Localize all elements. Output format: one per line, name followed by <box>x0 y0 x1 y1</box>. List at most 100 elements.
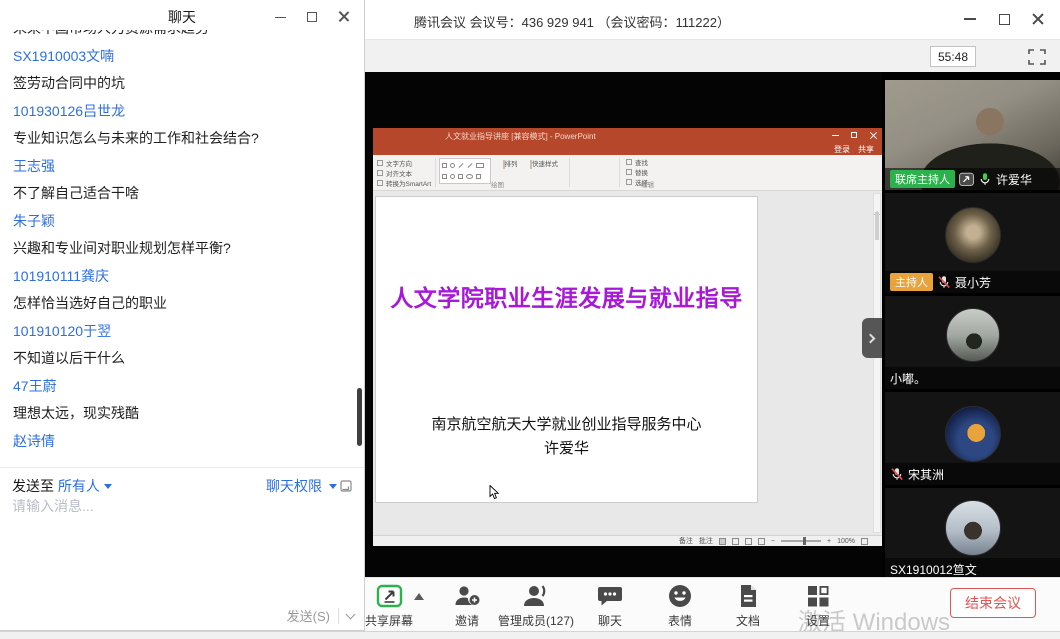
end-meeting-button[interactable]: 结束会议 <box>950 588 1036 618</box>
ppt-scrollbar[interactable] <box>873 193 881 533</box>
notes-button[interactable]: 备注 <box>679 536 693 546</box>
scrollbar-thumb[interactable] <box>875 212 879 240</box>
minimize-button[interactable] <box>960 9 980 29</box>
toolbar-item-label: 表情 <box>667 612 693 629</box>
slide: 人文学院职业生涯发展与就业指导 南京航空航天大学就业创业指导服务中心 许爱华 <box>375 196 758 503</box>
ppt-signin-button[interactable]: 登录 <box>834 144 850 155</box>
ribbon-item-icon <box>377 160 383 166</box>
toolbar-invite-button[interactable]: 邀请 <box>452 583 482 629</box>
chat-sender-name[interactable]: 47王蔚 <box>13 378 343 395</box>
replace-button[interactable]: 替换 <box>626 167 648 177</box>
participant-tile[interactable]: 小嘟。 <box>885 296 1060 389</box>
chevron-down-icon <box>329 484 337 489</box>
chat-sender-name[interactable]: 101910111龚庆 <box>13 268 343 285</box>
chat-message-list[interactable]: 未来中国市场人力资源需求趋势 SX1910003文喃 签劳动合同中的坑 1019… <box>13 26 343 455</box>
close-button[interactable] <box>1028 9 1048 29</box>
powerpoint-title: 人文就业指导讲座 [兼容模式] - PowerPoint <box>445 131 596 142</box>
chat-sender-name[interactable]: 101910120于翌 <box>13 323 343 340</box>
zoom-slider[interactable] <box>781 540 821 542</box>
share-options-caret[interactable] <box>414 593 424 600</box>
minimize-icon <box>275 17 286 18</box>
chat-message-text: 不知道以后干什么 <box>13 350 343 367</box>
close-icon <box>870 132 877 139</box>
chevron-right-icon <box>866 333 876 343</box>
toolbar-item-label: 聊天 <box>596 612 624 629</box>
chat-message-text: 签劳动合同中的坑 <box>13 75 343 92</box>
fullscreen-icon <box>1028 49 1046 65</box>
toolbar-settings-button[interactable]: 设置 <box>805 583 831 629</box>
participant-tile[interactable]: SX1910012笪文 <box>885 488 1060 577</box>
toolbar-item-label: 文档 <box>736 612 760 629</box>
minimize-icon <box>832 135 839 136</box>
chat-message: 101910120于翌 不知道以后干什么 <box>13 323 343 367</box>
participant-tile[interactable]: 联席主持人 许爱华 <box>885 80 1060 190</box>
participant-avatar <box>945 207 1001 263</box>
fit-slide-icon[interactable] <box>861 538 868 545</box>
quick-styles-button[interactable]: 快速样式 <box>529 158 559 168</box>
minimize-icon <box>964 18 976 20</box>
toolbar-members-button[interactable]: 管理成员(127) <box>498 583 574 629</box>
arrange-button[interactable]: 排列 <box>495 158 525 168</box>
participant-name: 聂小芳 <box>955 274 991 291</box>
chat-close-button[interactable] <box>334 7 354 27</box>
comments-button[interactable]: 批注 <box>699 536 713 546</box>
view-reading-icon[interactable] <box>745 538 752 545</box>
chat-icon <box>596 583 624 610</box>
view-normal-icon[interactable] <box>719 538 726 545</box>
send-options-chevron-icon[interactable] <box>346 609 356 619</box>
chevron-down-icon <box>104 484 112 489</box>
toolbar-emoji-button[interactable]: 表情 <box>667 583 693 629</box>
settings-icon <box>805 583 831 610</box>
ribbon-item-icon <box>377 180 383 186</box>
ppt-maximize-button[interactable] <box>849 130 859 140</box>
chat-window: 未来中国市场人力资源需求趋势 SX1910003文喃 签劳动合同中的坑 1019… <box>0 0 365 631</box>
participant-tile[interactable]: 宋其洲 <box>885 392 1060 485</box>
participant-name-bar: 小嘟。 <box>885 367 1060 389</box>
participant-name-bar: SX1910012笪文 <box>885 558 1060 577</box>
chat-minimize-button[interactable] <box>270 7 290 27</box>
invite-icon <box>452 583 482 610</box>
zoom-level[interactable]: 100% <box>837 538 855 545</box>
chat-message-input[interactable] <box>12 495 342 517</box>
sidebar-collapse-button[interactable] <box>862 318 882 358</box>
toolbar-chat-button[interactable]: 聊天 <box>596 583 624 629</box>
chat-permission-dropdown[interactable]: 聊天权限 <box>266 476 322 496</box>
chat-sender-name[interactable]: 101930126吕世龙 <box>13 103 343 120</box>
participant-avatar <box>945 406 1001 462</box>
zoom-slider-thumb[interactable] <box>803 537 806 545</box>
participant-name: 宋其洲 <box>908 466 944 483</box>
ppt-minimize-button[interactable] <box>830 130 840 140</box>
chat-sender-name[interactable]: SX1910003文喃 <box>13 48 343 65</box>
ribbon-convert-smartart[interactable]: 转换为SmartArt <box>377 178 431 188</box>
chat-maximize-button[interactable] <box>302 7 322 27</box>
zoom-in-icon[interactable]: + <box>827 538 831 545</box>
chat-message: 赵诗倩 <box>13 433 343 450</box>
zoom-out-icon[interactable]: − <box>771 538 775 545</box>
ribbon-align-text[interactable]: 对齐文本 <box>377 168 431 178</box>
chat-sender-name[interactable]: 王志强 <box>13 158 343 175</box>
find-button[interactable]: 查找 <box>626 157 648 167</box>
send-to-dropdown[interactable]: 所有人 <box>58 476 100 496</box>
chat-scrollbar-thumb[interactable] <box>357 388 362 446</box>
ribbon-text-direction[interactable]: 文字方向 <box>377 158 431 168</box>
chat-message: 47王蔚 理想太远，现实残酷 <box>13 378 343 422</box>
group-label-editing: 编辑 <box>641 179 654 189</box>
participant-tile[interactable]: 主持人 聂小芳 <box>885 193 1060 293</box>
view-slideshow-icon[interactable] <box>758 538 765 545</box>
popout-panel-icon[interactable] <box>340 480 352 492</box>
ppt-account-row: 登录 共享 <box>373 143 882 155</box>
chat-sender-name[interactable]: 赵诗倩 <box>13 433 343 450</box>
toolbar-document-button[interactable]: 文档 <box>736 583 760 629</box>
toolbar-share-screen-button[interactable]: 共享屏幕 <box>365 583 413 629</box>
chat-sender-name[interactable]: 朱子颖 <box>13 213 343 230</box>
chat-message-text: 专业知识怎么与未来的工作和社会结合? <box>13 130 343 147</box>
view-sorter-icon[interactable] <box>732 538 739 545</box>
fullscreen-button[interactable] <box>1026 47 1048 66</box>
maximize-button[interactable] <box>994 9 1014 29</box>
shape-gallery[interactable] <box>439 158 491 184</box>
ppt-close-button[interactable] <box>868 130 878 140</box>
send-button[interactable]: 发送(S) <box>287 606 330 625</box>
ppt-share-button[interactable]: 共享 <box>858 144 874 155</box>
mouse-cursor-icon <box>489 485 500 505</box>
send-to-label: 发送至 <box>12 476 54 496</box>
